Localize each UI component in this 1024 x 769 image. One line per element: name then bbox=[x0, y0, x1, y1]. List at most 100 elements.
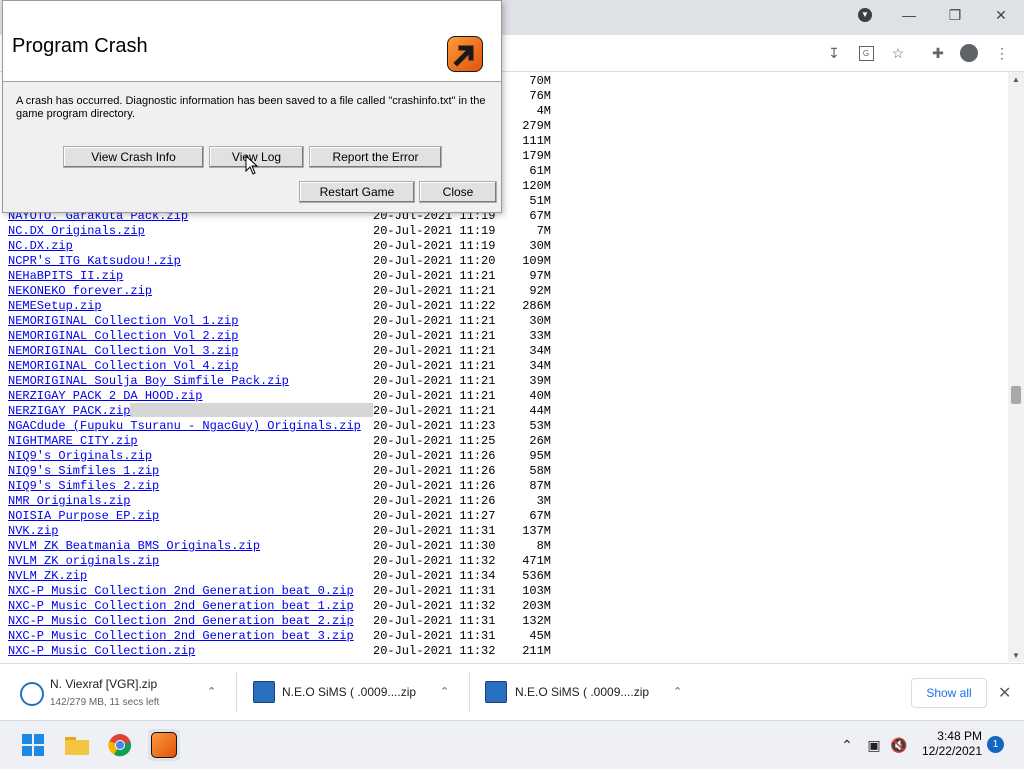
tray-chevron-up-icon[interactable]: ⌃ bbox=[838, 721, 856, 769]
file-link[interactable]: NIQ9's Originals.zip bbox=[8, 449, 152, 464]
extensions-icon[interactable]: ✚ bbox=[927, 43, 949, 63]
file-size: 179M bbox=[522, 149, 551, 163]
file-link[interactable]: NXC-P Music Collection 2nd Generation be… bbox=[8, 614, 354, 629]
download-filename: N.E.O SiMS ( .0009....zip bbox=[282, 685, 417, 699]
profile-avatar-icon[interactable] bbox=[958, 43, 980, 63]
clock[interactable]: 3:48 PM 12/22/2021 bbox=[918, 729, 982, 759]
listing-row: NXC-P Music Collection.zip 20-Jul-2021 11… bbox=[8, 644, 568, 659]
file-date: 20-Jul-2021 11:31 bbox=[373, 584, 496, 598]
file-date: 20-Jul-2021 11:19 bbox=[373, 239, 496, 253]
volume-muted-icon[interactable]: 🔇 bbox=[889, 721, 909, 769]
notification-badge[interactable]: 1 bbox=[987, 736, 1004, 753]
file-link[interactable]: NVLM ZK.zip bbox=[8, 569, 87, 584]
file-link[interactable]: NEMESetup.zip bbox=[8, 299, 102, 314]
file-date: 20-Jul-2021 11:23 bbox=[373, 419, 496, 433]
file-size: 3M bbox=[536, 494, 551, 508]
translate-icon[interactable]: G bbox=[855, 43, 877, 63]
download-progress-icon bbox=[20, 682, 44, 706]
close-window-icon[interactable]: ✕ bbox=[978, 0, 1024, 30]
listing-row: NEMORIGINAL Collection Vol 1.zip 20-Jul-2… bbox=[8, 314, 568, 329]
file-link[interactable]: NIQ9's Simfiles 2.zip bbox=[8, 479, 159, 494]
file-link[interactable]: NC.DX Originals.zip bbox=[8, 224, 145, 239]
scroll-down-icon[interactable]: ▼ bbox=[1008, 648, 1024, 662]
bookmark-star-icon[interactable]: ☆ bbox=[887, 43, 909, 63]
download-item-1[interactable]: N. Viexraf [VGR].zip 142/279 MB, 11 secs… bbox=[0, 664, 236, 720]
file-link[interactable]: NIQ9's Simfiles 1.zip bbox=[8, 464, 159, 479]
chevron-up-icon[interactable]: ⌃ bbox=[673, 685, 682, 698]
file-size: 40M bbox=[529, 389, 551, 403]
file-link[interactable]: NVLM ZK originals.zip bbox=[8, 554, 159, 569]
page-scrollbar[interactable]: ▲ ▼ bbox=[1008, 72, 1024, 662]
listing-row: NERZIGAY PACK.zip 20-Jul-2021 11:21 44M bbox=[8, 404, 568, 419]
listing-row: NC.DX Originals.zip 20-Jul-2021 11:19 7M bbox=[8, 224, 568, 239]
file-date: 20-Jul-2021 11:31 bbox=[373, 524, 496, 538]
address-bar[interactable] bbox=[500, 41, 810, 65]
file-link[interactable]: NXC-P Music Collection.zip bbox=[8, 644, 195, 659]
file-link[interactable]: NERZIGAY PACK.zip bbox=[8, 404, 130, 419]
file-size: 30M bbox=[529, 314, 551, 328]
file-link[interactable]: NVLM ZK Beatmania BMS Originals.zip bbox=[8, 539, 260, 554]
file-link[interactable]: NEMORIGINAL Collection Vol 3.zip bbox=[8, 344, 238, 359]
file-link[interactable]: NXC-P Music Collection 2nd Generation be… bbox=[8, 629, 354, 644]
file-size: 286M bbox=[522, 299, 551, 313]
file-link[interactable]: NEMORIGINAL Collection Vol 2.zip bbox=[8, 329, 238, 344]
file-link[interactable]: NOISIA Purpose EP.zip bbox=[8, 509, 159, 524]
file-link[interactable]: NIGHTMARE CITY.zip bbox=[8, 434, 138, 449]
download-item-2[interactable]: N.E.O SiMS ( .0009....zip ⌃ bbox=[237, 664, 469, 720]
file-size: 120M bbox=[522, 179, 551, 193]
listing-row: NXC-P Music Collection 2nd Generation be… bbox=[8, 629, 568, 644]
restore-icon[interactable]: ❐ bbox=[932, 0, 978, 30]
game-app-icon[interactable] bbox=[148, 729, 180, 761]
file-link[interactable]: NERZIGAY PACK 2 DA HOOD.zip bbox=[8, 389, 202, 404]
file-link[interactable]: NC.DX.zip bbox=[8, 239, 73, 254]
listing-row: NEMORIGINAL Collection Vol 2.zip 20-Jul-2… bbox=[8, 329, 568, 344]
dialog-header: Program Crash bbox=[3, 1, 501, 82]
listing-row: NEMORIGINAL Soulja Boy Simfile Pack.zip 2… bbox=[8, 374, 568, 389]
file-link[interactable]: NMR Originals.zip bbox=[8, 494, 130, 509]
windows-start-icon[interactable] bbox=[17, 729, 49, 761]
file-size: 34M bbox=[529, 359, 551, 373]
file-link[interactable]: NCPR's ITG Katsudou!.zip bbox=[8, 254, 181, 269]
file-link[interactable]: NEHaBPITS II.zip bbox=[8, 269, 123, 284]
file-link[interactable]: NEMORIGINAL Collection Vol 4.zip bbox=[8, 359, 238, 374]
file-size: 137M bbox=[522, 524, 551, 538]
file-date: 20-Jul-2021 11:21 bbox=[373, 329, 496, 343]
file-link[interactable]: NEKONEKO forever.zip bbox=[8, 284, 152, 299]
view-crash-info-button[interactable]: View Crash Info bbox=[63, 146, 204, 168]
tab-search-icon[interactable]: ▼ bbox=[842, 0, 888, 30]
scroll-up-icon[interactable]: ▲ bbox=[1008, 72, 1024, 86]
minimize-icon[interactable]: — bbox=[886, 0, 932, 30]
file-link[interactable]: NGACdude (Fupuku Tsuranu - NgacGuy) Orig… bbox=[8, 419, 361, 434]
listing-row: NEKONEKO forever.zip 20-Jul-2021 11:21 92M bbox=[8, 284, 568, 299]
close-shelf-icon[interactable]: ✕ bbox=[998, 683, 1011, 703]
restart-game-button[interactable]: Restart Game bbox=[299, 181, 415, 203]
listing-row: NOISIA Purpose EP.zip 20-Jul-2021 11:27 67… bbox=[8, 509, 568, 524]
chevron-up-icon[interactable]: ⌃ bbox=[440, 685, 449, 698]
download-icon[interactable]: ↧ bbox=[823, 43, 845, 63]
program-crash-dialog: Program Crash A crash has occurred. Diag… bbox=[2, 0, 502, 213]
file-link[interactable]: NEMORIGINAL Soulja Boy Simfile Pack.zip bbox=[8, 374, 289, 389]
file-size: 44M bbox=[529, 404, 551, 418]
close-button[interactable]: Close bbox=[419, 181, 497, 203]
chrome-icon[interactable] bbox=[104, 729, 136, 761]
file-link[interactable]: NXC-P Music Collection 2nd Generation be… bbox=[8, 584, 354, 599]
menu-kebab-icon[interactable]: ⋮ bbox=[991, 43, 1013, 63]
scroll-thumb[interactable] bbox=[1011, 386, 1021, 404]
network-icon[interactable]: ▣ bbox=[864, 721, 884, 769]
listing-row: NIQ9's Originals.zip 20-Jul-2021 11:26 95M bbox=[8, 449, 568, 464]
file-link[interactable]: NEMORIGINAL Collection Vol 1.zip bbox=[8, 314, 238, 329]
file-link[interactable]: NXC-P Music Collection 2nd Generation be… bbox=[8, 599, 354, 614]
listing-row: NIQ9's Simfiles 1.zip 20-Jul-2021 11:26 58… bbox=[8, 464, 568, 479]
file-explorer-icon[interactable] bbox=[61, 729, 93, 761]
file-date: 20-Jul-2021 11:21 bbox=[373, 374, 496, 388]
download-filename: N. Viexraf [VGR].zip bbox=[50, 677, 158, 691]
file-size: 111M bbox=[522, 134, 551, 148]
file-link[interactable]: NVK.zip bbox=[8, 524, 58, 539]
file-size: 51M bbox=[529, 194, 551, 208]
report-error-button[interactable]: Report the Error bbox=[309, 146, 442, 168]
download-status: 142/279 MB, 11 secs left bbox=[50, 697, 160, 708]
download-item-3[interactable]: N.E.O SiMS ( .0009....zip ⌃ bbox=[470, 664, 702, 720]
show-all-button[interactable]: Show all bbox=[911, 678, 987, 708]
file-size: 279M bbox=[522, 119, 551, 133]
chevron-up-icon[interactable]: ⌃ bbox=[207, 685, 216, 698]
